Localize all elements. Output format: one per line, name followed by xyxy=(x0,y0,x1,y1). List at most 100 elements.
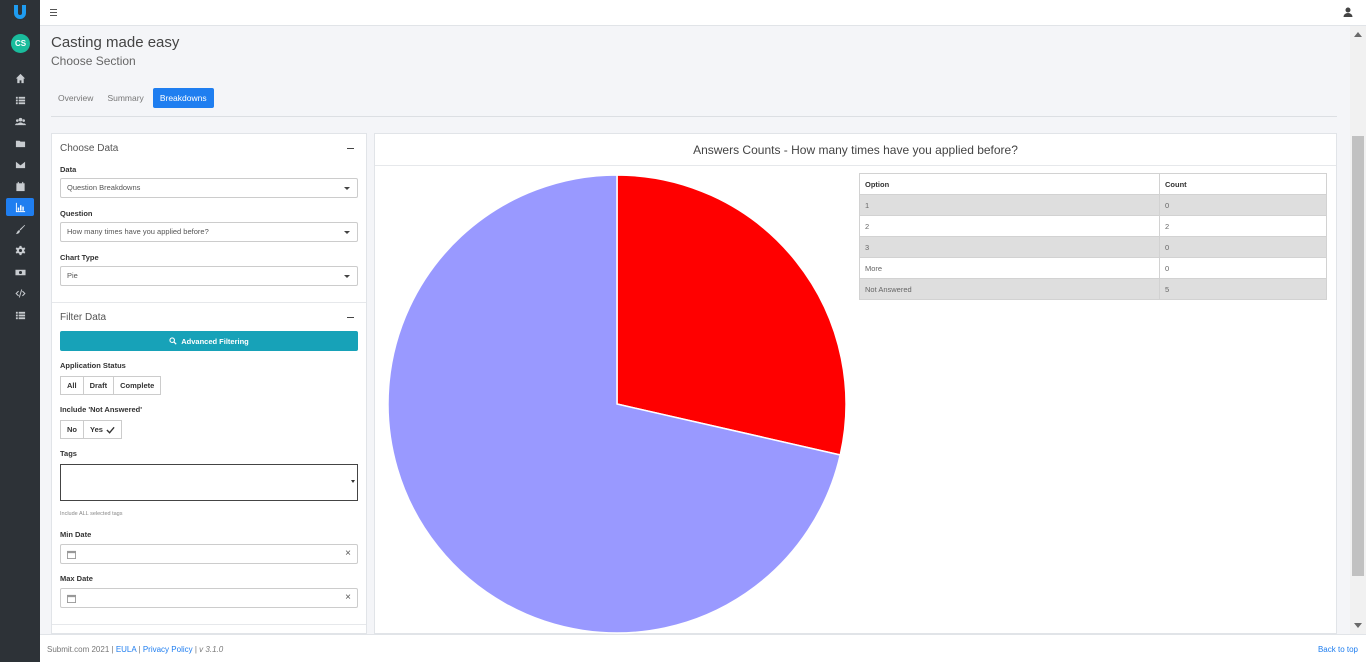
caret-down-icon xyxy=(344,187,350,190)
tags-hint: Include ALL selected tags xyxy=(60,511,123,517)
app-version: v 3.1.0 xyxy=(199,645,224,654)
not-answered-button-group: No Yes xyxy=(60,420,122,439)
chart-title: Answers Counts - How many times have you… xyxy=(693,143,1018,157)
option-cell: 2 xyxy=(859,215,1160,237)
nav-gear-icon[interactable] xyxy=(8,241,32,259)
option-cell: 1 xyxy=(859,194,1160,216)
table-row: 1 0 xyxy=(859,194,1327,216)
not-answered-no-button[interactable]: No xyxy=(60,420,84,439)
chart-type-select-value: Pie xyxy=(67,271,78,280)
nav-tasks-icon[interactable] xyxy=(8,306,32,324)
filter-data-heading: Filter Data xyxy=(60,312,107,323)
back-to-top-link[interactable]: Back to top xyxy=(1318,645,1358,654)
count-cell: 2 xyxy=(1159,215,1327,237)
tab-summary[interactable]: Summary xyxy=(100,88,150,108)
option-cell: More xyxy=(859,257,1160,279)
user-icon[interactable] xyxy=(1342,6,1354,18)
status-draft-button[interactable]: Draft xyxy=(82,376,115,395)
tab-breakdowns[interactable]: Breakdowns xyxy=(152,88,214,108)
calendar-icon xyxy=(67,550,76,559)
nav-chart-icon[interactable] xyxy=(6,198,34,216)
clear-max-date-button[interactable]: × xyxy=(345,592,351,603)
min-date-label: Min Date xyxy=(60,530,92,539)
calendar-icon xyxy=(67,594,76,603)
tab-divider xyxy=(51,116,1337,117)
caret-down-icon xyxy=(344,275,350,278)
nav-folder-icon[interactable] xyxy=(8,134,32,152)
pie-chart xyxy=(387,174,847,634)
eula-link[interactable]: EULA xyxy=(116,645,136,654)
tags-label: Tags xyxy=(60,449,77,458)
status-label: Application Status xyxy=(60,361,126,370)
nav-money-icon[interactable] xyxy=(8,263,32,281)
collapse-filter-data-button[interactable] xyxy=(347,317,354,318)
scroll-thumb[interactable] xyxy=(1352,136,1364,576)
nav-users-icon[interactable] xyxy=(8,112,32,130)
nav-list-icon[interactable] xyxy=(8,91,32,109)
nav-calendar-icon[interactable] xyxy=(8,177,32,195)
not-answered-yes-label: Yes xyxy=(90,425,103,434)
privacy-policy-link[interactable]: Privacy Policy xyxy=(143,645,193,654)
caret-down-icon xyxy=(351,480,355,483)
count-column-header: Count xyxy=(1159,173,1327,195)
check-icon xyxy=(106,426,115,434)
advanced-filtering-button[interactable]: Advanced Filtering xyxy=(60,331,358,351)
count-cell: 0 xyxy=(1159,194,1327,216)
settings-panel: Choose Data Data Question Breakdowns Que… xyxy=(51,133,367,634)
table-row: 2 2 xyxy=(859,215,1327,237)
choose-data-heading: Choose Data xyxy=(60,143,119,154)
nav-brush-icon[interactable] xyxy=(8,220,32,238)
min-date-input[interactable]: × xyxy=(60,544,358,564)
count-cell: 5 xyxy=(1159,278,1327,300)
section-tabs: Overview Summary Breakdowns xyxy=(51,88,214,108)
nav-mail-icon[interactable] xyxy=(8,155,32,173)
section-divider xyxy=(52,624,366,625)
table-row: 3 0 xyxy=(859,236,1327,258)
page-subtitle: Choose Section xyxy=(51,54,136,68)
max-date-input[interactable]: × xyxy=(60,588,358,608)
counts-table: Option Count 1 0 2 2 3 0 More 0 Not Answ xyxy=(859,173,1327,300)
page-scrollbar[interactable] xyxy=(1350,26,1366,634)
question-select[interactable]: How many times have you applied before? xyxy=(60,222,358,242)
left-rail: CS xyxy=(0,0,40,662)
footer-separator: | xyxy=(111,645,114,654)
caret-down-icon xyxy=(344,231,350,234)
question-select-value: How many times have you applied before? xyxy=(67,227,209,236)
table-row: Not Answered 5 xyxy=(859,278,1327,300)
not-answered-label: Include 'Not Answered' xyxy=(60,405,143,414)
footer-company[interactable]: Submit.com xyxy=(47,645,89,654)
status-all-button[interactable]: All xyxy=(60,376,84,395)
logo-icon[interactable] xyxy=(11,3,29,21)
nav-home-icon[interactable] xyxy=(8,69,32,87)
scroll-down-icon[interactable] xyxy=(1354,623,1362,628)
tab-overview[interactable]: Overview xyxy=(51,88,100,108)
data-select[interactable]: Question Breakdowns xyxy=(60,178,358,198)
status-button-group: All Draft Complete xyxy=(60,376,162,395)
avatar[interactable]: CS xyxy=(11,34,30,53)
advanced-filtering-label: Advanced Filtering xyxy=(181,336,249,346)
scroll-up-icon[interactable] xyxy=(1354,32,1362,37)
footer-separator: | xyxy=(194,645,197,654)
table-row: More 0 xyxy=(859,257,1327,279)
question-label: Question xyxy=(60,209,93,218)
option-cell: Not Answered xyxy=(859,278,1160,300)
chart-type-select[interactable]: Pie xyxy=(60,266,358,286)
status-complete-button[interactable]: Complete xyxy=(113,376,162,395)
nav-code-icon[interactable] xyxy=(8,284,32,302)
clear-min-date-button[interactable]: × xyxy=(345,548,351,559)
count-cell: 0 xyxy=(1159,257,1327,279)
menu-icon[interactable] xyxy=(50,6,60,18)
footer-left: Submit.com 2021 | EULA | Privacy Policy … xyxy=(47,645,223,654)
not-answered-yes-button[interactable]: Yes xyxy=(83,420,122,439)
footer: Submit.com 2021 | EULA | Privacy Policy … xyxy=(40,634,1366,662)
collapse-choose-data-button[interactable] xyxy=(347,148,354,149)
page-title: Casting made easy xyxy=(51,34,180,51)
tags-input[interactable] xyxy=(60,464,358,501)
chart-panel: Answers Counts - How many times have you… xyxy=(374,133,1337,634)
count-cell: 0 xyxy=(1159,236,1327,258)
footer-separator: | xyxy=(138,645,141,654)
search-icon xyxy=(169,337,177,345)
table-header-row: Option Count xyxy=(859,173,1327,195)
data-select-value: Question Breakdowns xyxy=(67,183,141,192)
chart-type-label: Chart Type xyxy=(60,253,99,262)
